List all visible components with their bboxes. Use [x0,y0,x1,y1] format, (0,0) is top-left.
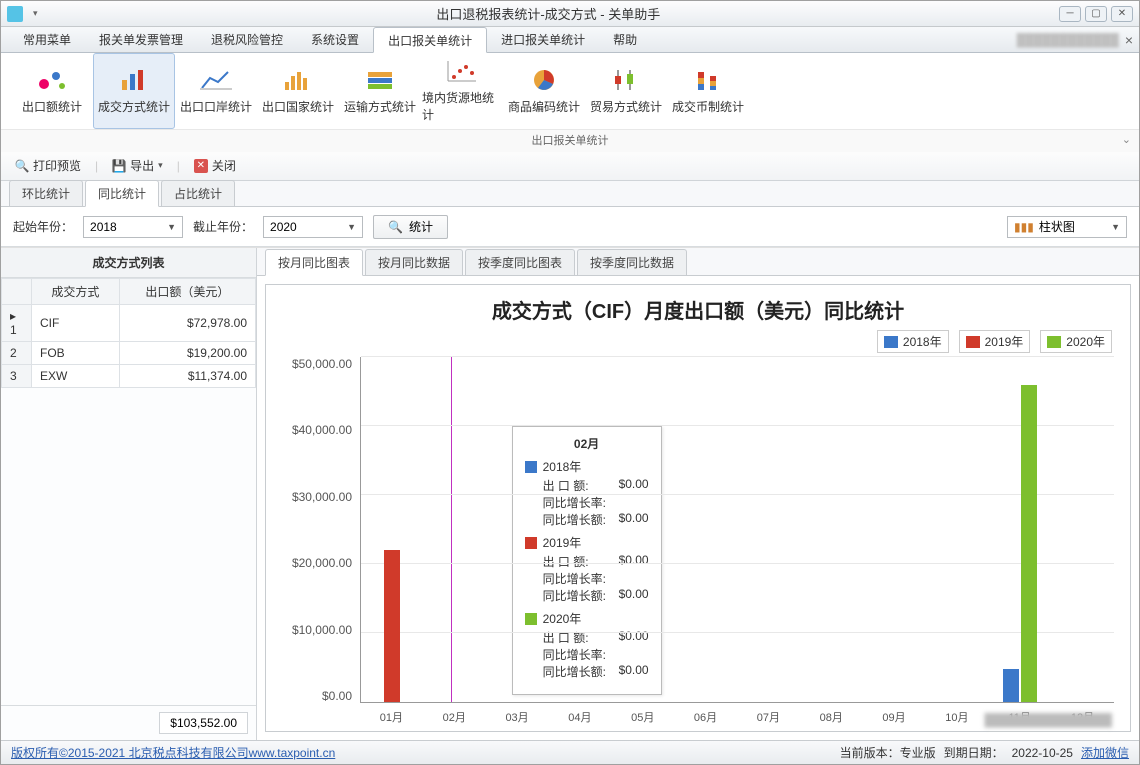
chart-area[interactable]: $50,000.00$40,000.00$30,000.00$20,000.00… [266,357,1130,709]
bar[interactable] [384,550,400,702]
expire-date: 2022-10-25 [1012,746,1073,760]
end-year-label: 截止年份： [193,218,253,235]
right-pane: 按月同比图表按月同比数据按季度同比图表按季度同比数据 成交方式（CIF）月度出口… [257,248,1139,740]
ribbon-scatter-button[interactable]: 境内货源地统计 [421,53,503,129]
plot-area: 02月2018年出 口 额:$0.00同比增长率:同比增长额:$0.002019… [360,357,1114,703]
tab-0[interactable]: 环比统计 [9,180,83,206]
menu-item[interactable]: 退税风险管控 [197,27,297,52]
search-icon: 🔍 [15,159,29,173]
stackbar-icon [692,68,724,92]
filter-bar: 起始年份： 2018▼ 截止年份： 2020▼ 🔍 统计 ▮▮▮柱状图 ▼ [1,207,1139,247]
menu-item[interactable]: 常用菜单 [9,27,85,52]
chart-tab-1[interactable]: 按月同比数据 [365,249,463,275]
maximize-button[interactable]: ▢ [1085,6,1107,22]
ribbon-collapse-icon[interactable]: ⌄ [1122,133,1131,146]
chart-legend: 2018年 2019年 2020年 [266,330,1130,353]
print-preview-button[interactable]: 🔍 打印预览 [11,155,85,176]
add-wechat-link[interactable]: 添加微信 [1081,744,1129,761]
line-icon [200,68,232,92]
ribbon-line-button[interactable]: 出口口岸统计 [175,53,257,129]
menubar: 常用菜单报关单发票管理退税风险管控系统设置出口报关单统计进口报关单统计帮助 ██… [1,27,1139,53]
secondary-toolbar: 🔍 打印预览 | 💾 导出 ▾ | ✕ 关闭 [1,151,1139,181]
copyright-link[interactable]: 版权所有©2015-2021 北京税点科技有限公司www.taxpoint.cn [11,746,335,760]
close-button[interactable]: ✕ [1111,6,1133,22]
scatter-icon [446,59,478,83]
menu-item[interactable]: 报关单发票管理 [85,27,197,52]
menu-item[interactable]: 进口报关单统计 [487,27,599,52]
close-red-icon: ✕ [194,159,208,173]
stack-icon [364,68,396,92]
y-axis: $50,000.00$40,000.00$30,000.00$20,000.00… [282,357,360,703]
table-row[interactable]: 3EXW$11,374.00 [2,365,256,388]
chart-tab-2[interactable]: 按季度同比图表 [465,249,575,275]
chart-tab-0[interactable]: 按月同比图表 [265,249,363,276]
legend-item[interactable]: 2018年 [877,330,949,353]
chart-container: 成交方式（CIF）月度出口额（美元）同比统计 2018年 2019年 2020年 $… [265,284,1131,732]
chart-tab-3[interactable]: 按季度同比数据 [577,249,687,275]
table-row[interactable]: 2FOB$19,200.00 [2,342,256,365]
analysis-tabs: 环比统计同比统计占比统计 [1,181,1139,207]
end-year-select[interactable]: 2020▼ [263,216,363,238]
run-stats-button[interactable]: 🔍 统计 [373,215,448,239]
app-icon [7,6,23,22]
close-tab-button[interactable]: ✕ 关闭 [190,155,240,176]
ribbon-stackbar-button[interactable]: 成交币制统计 [667,53,749,129]
histogram-icon [282,68,314,92]
menu-item[interactable]: 帮助 [599,27,651,52]
expire-label: 到期日期： [944,744,1004,761]
export-button[interactable]: 💾 导出 ▾ [108,155,167,176]
bars-icon [118,68,150,92]
ribbon-histogram-button[interactable]: 出口国家统计 [257,53,339,129]
ribbon-pie-button[interactable]: 商品编码统计 [503,53,585,129]
menu-item[interactable]: 出口报关单统计 [373,27,487,53]
bar-chart-icon: ▮▮▮ [1014,220,1034,234]
bar[interactable] [1003,669,1019,702]
pie-icon [528,68,560,92]
menubar-close-icon[interactable]: × [1125,32,1133,48]
candle-icon [610,68,642,92]
tab-2[interactable]: 占比统计 [161,180,235,206]
search-icon: 🔍 [388,220,403,234]
menu-item[interactable]: 系统设置 [297,27,373,52]
ribbon: 出口额统计成交方式统计出口口岸统计出口国家统计运输方式统计境内货源地统计商品编码… [1,53,1139,151]
ribbon-candle-button[interactable]: 贸易方式统计 [585,53,667,129]
ribbon-bars-button[interactable]: 成交方式统计 [93,53,175,129]
ribbon-group-label: 出口报关单统计 [1,129,1139,152]
account-blur: ████████████ [1017,33,1119,47]
bubble-icon [36,68,68,92]
chart-watermark: ███████████████ [984,713,1112,727]
status-bar: 版权所有©2015-2021 北京税点科技有限公司www.taxpoint.cn… [1,740,1139,764]
titlebar: ▾ 出口退税报表统计-成交方式 - 关单助手 ─ ▢ ✕ [1,1,1139,27]
left-pane-header: 成交方式列表 [1,248,256,278]
start-year-select[interactable]: 2018▼ [83,216,183,238]
ribbon-stack-button[interactable]: 运输方式统计 [339,53,421,129]
content-area: 成交方式列表 成交方式出口额（美元）▸ 1CIF$72,978.002FOB$1… [1,247,1139,740]
legend-item[interactable]: 2020年 [1040,330,1112,353]
export-icon: 💾 [112,159,126,173]
minimize-button[interactable]: ─ [1059,6,1081,22]
legend-item[interactable]: 2019年 [959,330,1031,353]
version-label: 当前版本：专业版 [840,744,936,761]
chart-title: 成交方式（CIF）月度出口额（美元）同比统计 [266,285,1130,330]
start-year-label: 起始年份： [13,218,73,235]
table-row[interactable]: ▸ 1CIF$72,978.00 [2,305,256,342]
total-amount: $103,552.00 [159,712,248,734]
bar[interactable] [1021,385,1037,702]
tab-1[interactable]: 同比统计 [85,180,159,207]
chart-type-select[interactable]: ▮▮▮柱状图 ▼ [1007,216,1127,238]
trade-mode-table: 成交方式出口额（美元）▸ 1CIF$72,978.002FOB$19,200.0… [1,278,256,388]
ribbon-bubble-button[interactable]: 出口额统计 [11,53,93,129]
chart-tabs: 按月同比图表按月同比数据按季度同比图表按季度同比数据 [257,248,1139,276]
left-pane: 成交方式列表 成交方式出口额（美元）▸ 1CIF$72,978.002FOB$1… [1,248,257,740]
window-title: 出口退税报表统计-成交方式 - 关单助手 [38,4,1059,23]
